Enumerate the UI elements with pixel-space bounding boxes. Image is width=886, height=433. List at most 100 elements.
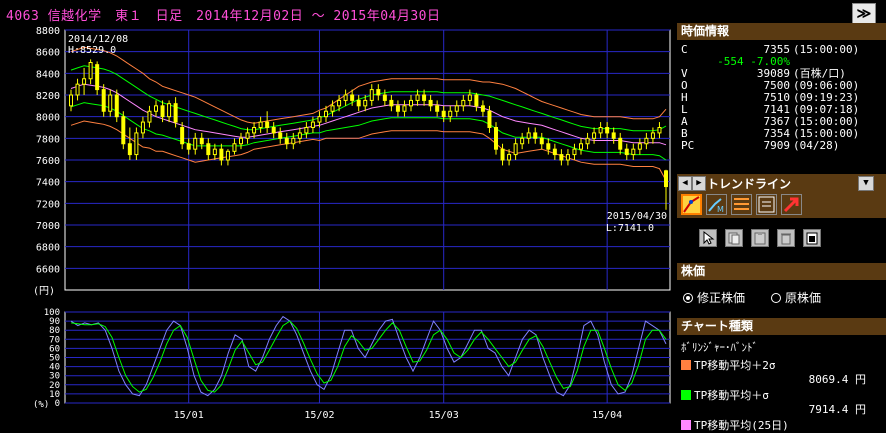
arrow-tool-icon[interactable] xyxy=(781,194,802,215)
radio-unselected-icon xyxy=(771,293,781,303)
candle-body xyxy=(480,105,485,112)
price-tick-label: 6600 xyxy=(36,264,60,275)
candle-body xyxy=(343,94,348,101)
candle-body xyxy=(284,137,289,145)
candle-body xyxy=(147,110,152,123)
candle-body xyxy=(278,132,283,139)
candle-body xyxy=(441,110,446,118)
candle-body xyxy=(664,170,668,188)
copy-icon[interactable] xyxy=(725,229,743,247)
candle-body xyxy=(624,148,629,156)
trend-dropdown-button[interactable]: ▼ xyxy=(858,176,874,191)
candle-body xyxy=(140,121,145,134)
candle-body xyxy=(579,143,583,150)
candle-body xyxy=(69,94,73,107)
osc-tick-label: 40 xyxy=(49,363,60,373)
trend-prev-button[interactable]: ◀ xyxy=(678,176,692,191)
osc-tick-label: 60 xyxy=(49,344,60,354)
osc-tick-label: 50 xyxy=(49,354,60,364)
candle-body xyxy=(585,137,590,145)
candle-body xyxy=(108,94,113,112)
main-chart-grid xyxy=(64,29,671,291)
legend-ma25: TP移動平均(25日) xyxy=(681,417,789,433)
adjusted-price-radio[interactable]: 修正株価 xyxy=(683,289,745,306)
price-tick-label: 8800 xyxy=(36,26,60,37)
fibonacci-tool-icon[interactable] xyxy=(731,194,752,215)
legend-label: TP移動平均(25日) xyxy=(694,419,789,432)
candle-body xyxy=(134,132,139,156)
candle-body xyxy=(304,127,309,134)
expand-button[interactable]: ≫ xyxy=(852,3,876,25)
candle-body xyxy=(474,94,479,107)
quote-time: (04/28) xyxy=(793,139,840,152)
text-tool-icon[interactable] xyxy=(756,194,777,215)
date-tick-label: 15/02 xyxy=(304,410,334,421)
candle-body xyxy=(598,127,603,134)
svg-text:M: M xyxy=(717,205,724,214)
candle-body xyxy=(395,105,400,112)
trend-next-button[interactable]: ▶ xyxy=(692,176,706,191)
date-tick-label: 15/04 xyxy=(592,410,622,421)
candle-body xyxy=(494,127,498,150)
delete-icon[interactable] xyxy=(777,229,795,247)
candle-body xyxy=(121,116,126,145)
price-tick-label: 6800 xyxy=(36,243,60,254)
candle-body xyxy=(644,137,649,145)
candle-body xyxy=(559,154,564,161)
candle-body xyxy=(461,99,466,107)
candle-body xyxy=(173,103,178,123)
candle-body xyxy=(592,132,597,139)
candle-body xyxy=(552,148,557,156)
candle-body xyxy=(297,132,302,139)
candle-body xyxy=(533,132,538,139)
candle-body xyxy=(219,148,224,161)
candle-body xyxy=(193,137,198,150)
candle-body xyxy=(546,143,551,150)
legend-swatch xyxy=(681,420,691,430)
radio-selected-icon xyxy=(683,293,693,303)
chart-area: 6600 6800 7000 7200 7400 7600 7800 8000 8200 8400… xyxy=(33,26,671,421)
high-date-annotation: 2014/12/08 xyxy=(68,34,128,45)
candle-body xyxy=(160,105,165,118)
quote-header: 時価情報 xyxy=(677,23,886,40)
raw-price-radio[interactable]: 原株価 xyxy=(771,289,821,306)
price-tick-label: 7800 xyxy=(36,134,60,145)
candle-body xyxy=(350,94,355,101)
trendline-tool-icon[interactable] xyxy=(681,194,702,215)
oscillator-grid xyxy=(64,311,671,404)
trendline-bar: ◀ ▶ トレンドライン ▼ xyxy=(677,174,886,192)
candle-body xyxy=(317,116,322,123)
low-date-annotation: 2015/04/30 xyxy=(607,211,667,222)
quote-label: C xyxy=(681,43,688,56)
candle-body xyxy=(487,110,492,128)
candle-body xyxy=(513,143,518,156)
candle-body xyxy=(258,121,263,129)
candle-body xyxy=(212,148,217,156)
candle-body xyxy=(539,137,544,145)
parallel-line-tool-icon[interactable]: M xyxy=(706,194,727,215)
candle-body xyxy=(265,121,270,129)
quote-row: PC 7909 (04/28) xyxy=(681,140,886,152)
candle-body xyxy=(82,78,87,85)
candle-body xyxy=(422,94,427,101)
candle-body xyxy=(382,94,387,101)
candle-body xyxy=(435,105,440,112)
high-value-annotation: H:8529.0 xyxy=(68,45,116,56)
paste-icon[interactable] xyxy=(751,229,769,247)
price-tick-label: 7600 xyxy=(36,156,60,167)
quote-value: 7909 xyxy=(763,139,791,152)
candle-body xyxy=(454,105,459,112)
delete-all-icon[interactable] xyxy=(803,229,821,247)
trendline-label: トレンドライン xyxy=(707,177,792,191)
osc-unit-label: (%) xyxy=(33,400,49,410)
candle-body xyxy=(291,137,296,145)
date-tick-label: 15/01 xyxy=(174,410,204,421)
raw-price-label: 原株価 xyxy=(785,291,822,305)
candle-body xyxy=(245,132,250,139)
candle-body xyxy=(330,105,335,112)
osc-tick-label: 90 xyxy=(49,317,60,327)
candle-body xyxy=(114,94,119,118)
quote-time: (15:00:00) xyxy=(793,43,860,56)
cursor-select-icon[interactable] xyxy=(699,229,717,247)
candle-body xyxy=(232,143,237,152)
